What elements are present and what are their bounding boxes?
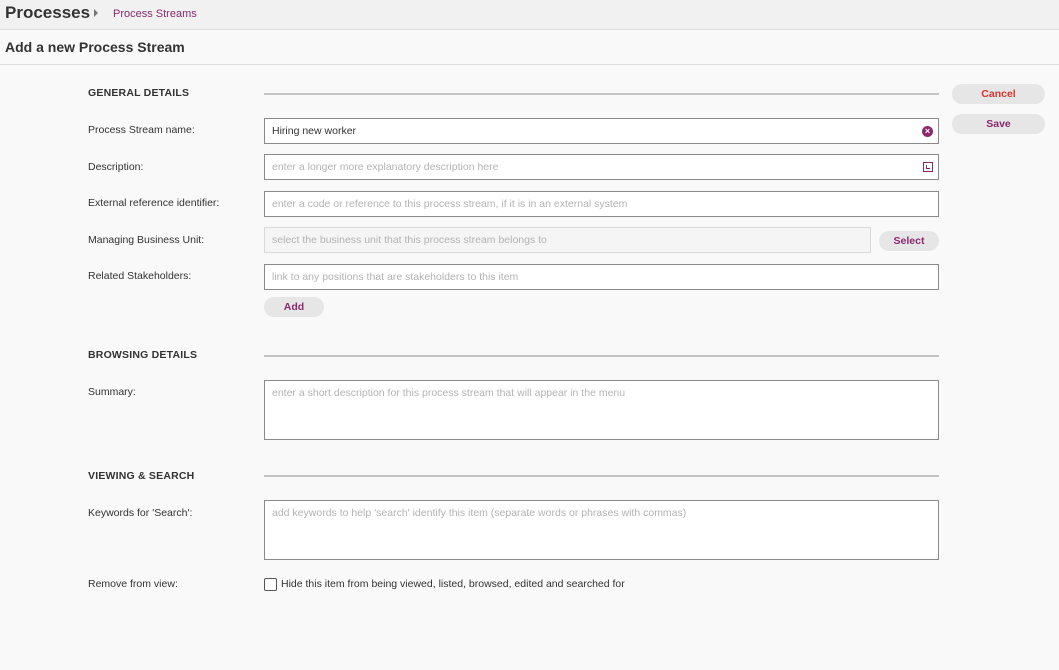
app-title[interactable]: Processes <box>5 3 90 23</box>
section-title-viewing: VIEWING & SEARCH <box>88 470 195 482</box>
process-stream-name-input[interactable]: Hiring new worker × <box>264 118 939 144</box>
section-divider <box>264 475 939 477</box>
keywords-placeholder: add keywords to help 'search' identify t… <box>272 507 687 519</box>
section-title-browsing: BROWSING DETAILS <box>88 349 198 361</box>
business-unit-placeholder: select the business unit that this proce… <box>272 234 547 246</box>
clear-icon[interactable]: × <box>922 126 933 137</box>
name-value: Hiring new worker <box>272 125 357 137</box>
add-stakeholder-button[interactable]: Add <box>264 297 324 317</box>
summary-placeholder: enter a short description for this proce… <box>272 387 626 399</box>
cancel-button[interactable]: Cancel <box>952 84 1045 104</box>
save-button[interactable]: Save <box>952 114 1045 134</box>
description-placeholder: enter a longer more explanatory descript… <box>272 161 499 173</box>
section-title-general: GENERAL DETAILS <box>88 87 190 99</box>
stakeholders-placeholder: link to any positions that are stakehold… <box>272 271 519 283</box>
chevron-right-icon <box>94 9 98 17</box>
external-ref-input[interactable]: enter a code or reference to this proces… <box>264 191 939 217</box>
name-label: Process Stream name: <box>88 124 195 136</box>
page-header: Add a new Process Stream <box>0 30 1059 65</box>
summary-label: Summary: <box>88 386 136 398</box>
keywords-label: Keywords for 'Search': <box>88 507 193 519</box>
description-input[interactable]: enter a longer more explanatory descript… <box>264 154 939 180</box>
business-unit-label: Managing Business Unit: <box>88 234 205 246</box>
select-business-unit-button[interactable]: Select <box>879 231 939 251</box>
hide-item-checkbox-label[interactable]: Hide this item from being viewed, listed… <box>281 578 625 590</box>
external-ref-label: External reference identifier: <box>88 197 220 209</box>
breadcrumb-process-streams[interactable]: Process Streams <box>113 8 197 20</box>
summary-textarea[interactable]: enter a short description for this proce… <box>264 380 939 440</box>
keywords-textarea[interactable]: add keywords to help 'search' identify t… <box>264 500 939 560</box>
external-ref-placeholder: enter a code or reference to this proces… <box>272 198 628 210</box>
stakeholders-label: Related Stakeholders: <box>88 270 192 282</box>
description-label: Description: <box>88 161 144 173</box>
hide-item-checkbox[interactable] <box>264 578 277 591</box>
remove-from-view-label: Remove from view: <box>88 578 178 590</box>
section-divider <box>264 355 939 357</box>
top-bar: Processes Process Streams <box>0 0 1059 30</box>
section-divider <box>264 93 939 95</box>
business-unit-input: select the business unit that this proce… <box>264 227 871 253</box>
stakeholders-input[interactable]: link to any positions that are stakehold… <box>264 264 939 290</box>
page-title: Add a new Process Stream <box>5 39 185 55</box>
expand-icon[interactable] <box>923 162 933 172</box>
